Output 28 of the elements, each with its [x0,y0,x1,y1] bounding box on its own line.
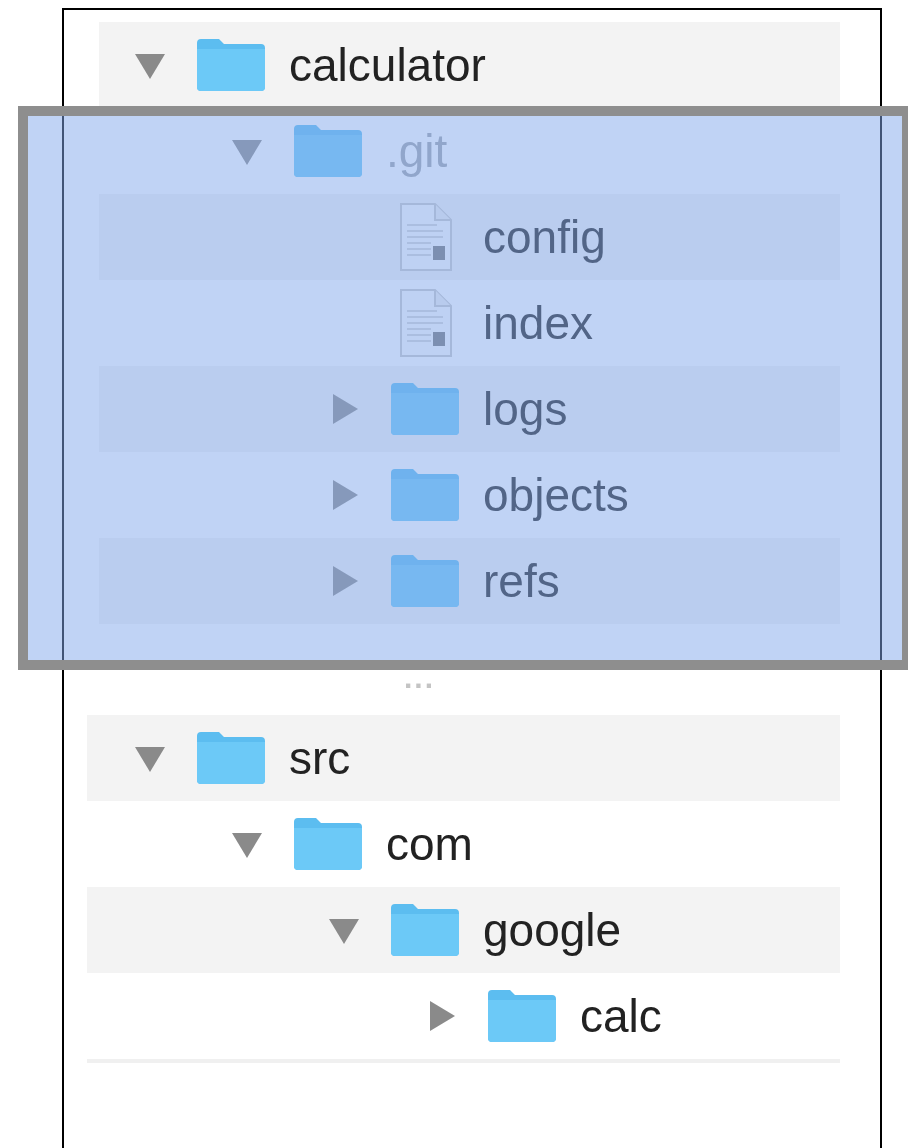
folder-icon [389,467,461,523]
document-icon [397,202,453,272]
folder-icon [292,816,364,872]
file-row[interactable]: config [99,194,840,280]
ellipsis: ... [403,659,436,696]
file-name: calculator [289,38,486,92]
file-row[interactable]: refs [99,538,840,624]
folder-icon [195,37,267,93]
file-name: index [483,296,593,350]
file-name: objects [483,468,629,522]
file-row[interactable]: calculator [99,22,840,108]
file-name: calc [580,989,662,1043]
folder-icon [486,988,558,1044]
file-name: logs [483,382,568,436]
folder-icon [195,730,267,786]
file-name: config [483,210,606,264]
folder-icon [292,123,364,179]
file-name: refs [483,554,560,608]
file-row[interactable]: src [87,715,840,801]
folder-icon [389,553,461,609]
file-name: google [483,903,622,957]
file-name: com [386,817,473,871]
folder-icon [389,381,461,437]
file-name: src [289,731,351,785]
file-row[interactable]: google [87,887,840,973]
folder-icon [389,902,461,958]
file-row[interactable]: logs [99,366,840,452]
document-icon [397,288,453,358]
